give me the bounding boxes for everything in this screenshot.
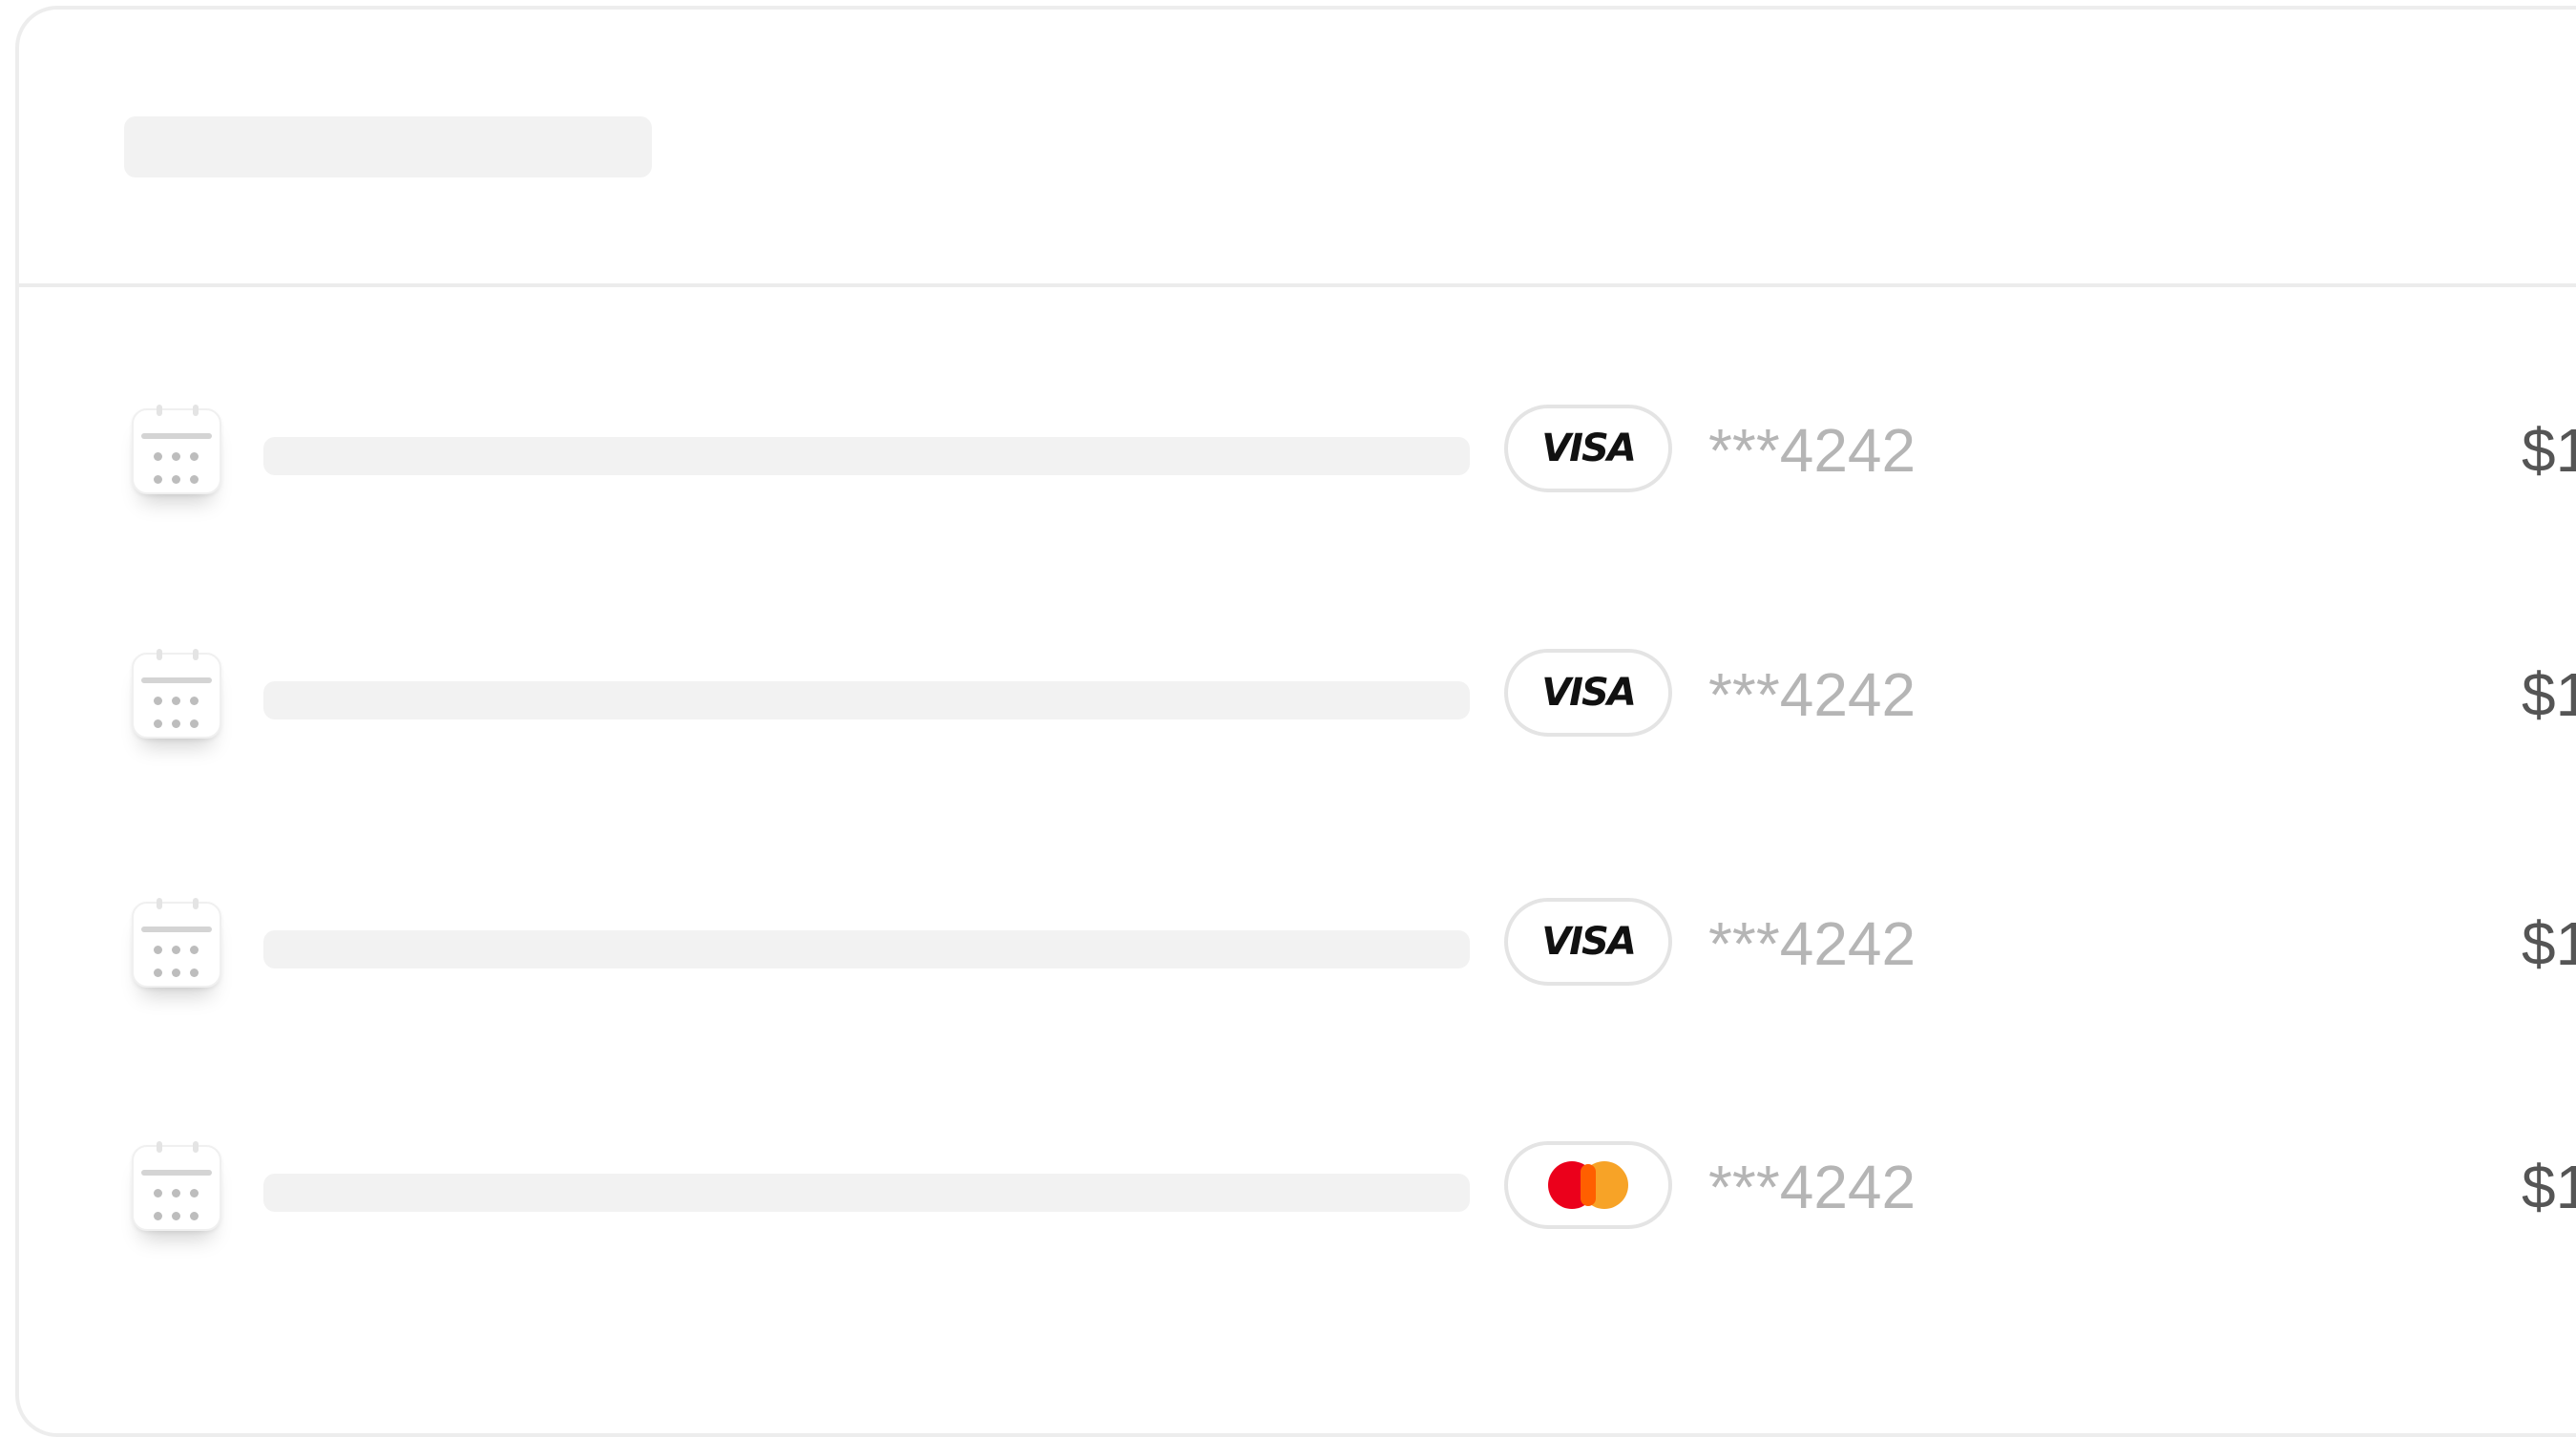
masked-card-number: ***4242 bbox=[1708, 660, 1916, 729]
mastercard-circles bbox=[1548, 1161, 1628, 1209]
description-skeleton bbox=[263, 930, 1470, 968]
amount: $1 bbox=[2522, 660, 2576, 729]
transactions-card: VISA ***4242 $1 VISA ***4242 $1 VISA ***… bbox=[15, 6, 2576, 1437]
transaction-row[interactable]: VISA ***4242 $1 bbox=[19, 405, 2576, 580]
masked-card-number: ***4242 bbox=[1708, 909, 1916, 978]
description-skeleton bbox=[263, 681, 1470, 719]
calendar-icon bbox=[132, 649, 221, 739]
visa-logo: VISA bbox=[1504, 405, 1672, 492]
calendar-icon bbox=[132, 898, 221, 988]
visa-logo: VISA bbox=[1504, 649, 1672, 737]
description-skeleton bbox=[263, 1174, 1470, 1212]
calendar-icon bbox=[132, 1141, 221, 1231]
calendar-icon bbox=[132, 405, 221, 494]
card-header bbox=[19, 10, 2576, 287]
amount: $1 bbox=[2522, 1153, 2576, 1221]
visa-logo: VISA bbox=[1504, 898, 1672, 986]
mastercard-logo bbox=[1504, 1141, 1672, 1229]
description-skeleton bbox=[263, 437, 1470, 475]
card-brand-label: VISA bbox=[1541, 671, 1637, 715]
title-skeleton bbox=[124, 116, 652, 177]
masked-card-number: ***4242 bbox=[1708, 1153, 1916, 1221]
transaction-row[interactable]: VISA ***4242 $1 bbox=[19, 649, 2576, 824]
amount: $1 bbox=[2522, 909, 2576, 978]
masked-card-number: ***4242 bbox=[1708, 416, 1916, 485]
card-brand-label: VISA bbox=[1541, 920, 1637, 964]
transaction-row[interactable]: VISA ***4242 $1 bbox=[19, 898, 2576, 1073]
amount: $1 bbox=[2522, 416, 2576, 485]
transaction-row[interactable]: ***4242 $1 bbox=[19, 1141, 2576, 1317]
card-brand-label: VISA bbox=[1541, 427, 1637, 470]
